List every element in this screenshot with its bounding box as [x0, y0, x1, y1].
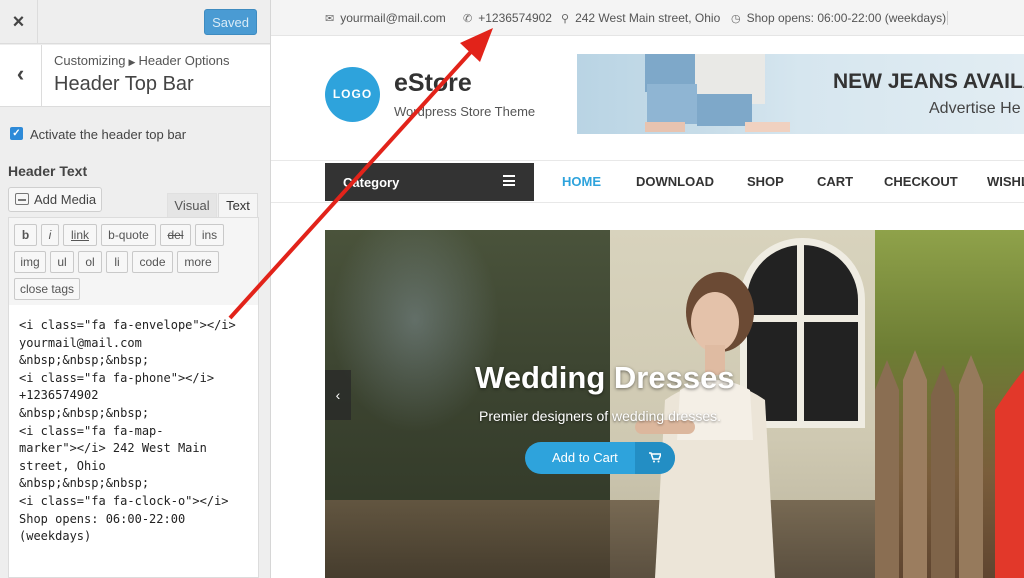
category-menu-button[interactable]: Category	[325, 163, 534, 201]
qt-ul-button[interactable]: ul	[50, 251, 74, 273]
tab-visual[interactable]: Visual	[167, 193, 217, 217]
code-line: &nbsp;&nbsp;&nbsp;	[19, 476, 150, 491]
tab-text[interactable]: Text	[218, 193, 258, 217]
code-line: (weekdays)	[19, 529, 92, 544]
topbar-divider	[947, 11, 948, 25]
back-icon[interactable]: ‹	[0, 45, 42, 107]
topbar-hours-text: Shop opens: 06:00-22:00 (weekdays)	[746, 11, 947, 25]
section-title: Header Top Bar	[54, 73, 194, 95]
banner-model-image	[645, 54, 790, 132]
section-header: ‹ Customizing ▶ Header Options Header Top …	[0, 45, 270, 107]
nav-border	[271, 160, 1024, 161]
code-line: yourmail@mail.com	[19, 335, 142, 350]
qt-more-button[interactable]: more	[177, 251, 219, 273]
slider-prev-button[interactable]: ‹	[325, 370, 351, 420]
quicktags-toolbar: b i link b-quote del ins img ul ol li co…	[8, 217, 259, 306]
phone-icon: ✆	[463, 13, 473, 25]
add-media-label: Add Media	[34, 192, 97, 207]
code-line: marker"></i> 242 West Main	[19, 441, 207, 456]
add-to-cart-label: Add to Cart	[552, 450, 618, 465]
cart-icon	[635, 442, 675, 474]
qt-bquote-button[interactable]: b-quote	[101, 224, 156, 246]
qt-italic-button[interactable]: i	[41, 224, 59, 246]
nav-shop[interactable]: SHOP	[747, 174, 784, 189]
header-text-textarea[interactable]: <i class="fa fa-envelope"></i> yourmail@m…	[8, 305, 259, 578]
site-title[interactable]: eStore	[394, 69, 472, 98]
code-line: <i class="fa fa-map-	[19, 423, 164, 438]
envelope-icon: ✉	[325, 13, 335, 25]
qt-close-tags-button[interactable]: close tags	[14, 278, 80, 300]
ad-subtitle: Advertise He	[929, 100, 1021, 117]
qt-bold-button[interactable]: b	[14, 224, 37, 246]
ad-title: NEW JEANS AVAILA	[833, 70, 1024, 93]
code-line: <i class="fa fa-envelope"></i>	[19, 318, 236, 332]
topbar-email-text: yourmail@mail.com	[340, 11, 446, 25]
topbar-hours: ◷ Shop opens: 06:00-22:00 (weekdays)	[731, 11, 946, 25]
hero-slider: ‹ Wedding Dresses Premier designers of w…	[325, 230, 1024, 578]
site-preview: ✉ yourmail@mail.com ✆ +1236574902 ⚲ 242 Wes…	[271, 0, 1024, 578]
slide-title: Wedding Dresses	[475, 360, 735, 395]
activate-topbar-checkbox[interactable]: ✓	[10, 127, 23, 140]
media-icon	[15, 193, 29, 205]
qt-link-button[interactable]: link	[63, 224, 97, 246]
site-logo[interactable]: LOGO	[325, 67, 380, 122]
header-top-bar: ✉ yourmail@mail.com ✆ +1236574902 ⚲ 242 Wes…	[271, 0, 1024, 36]
qt-img-button[interactable]: img	[14, 251, 46, 273]
qt-code-button[interactable]: code	[132, 251, 173, 273]
breadcrumb: Customizing ▶ Header Options	[54, 53, 230, 68]
nav-border	[271, 202, 1024, 203]
nav-download[interactable]: DOWNLOAD	[636, 174, 714, 189]
qt-del-button[interactable]: del	[160, 224, 191, 246]
breadcrumb-parent: Customizing	[54, 53, 126, 68]
code-line: &nbsp;&nbsp;&nbsp;	[19, 353, 150, 368]
breadcrumb-child: Header Options	[138, 53, 230, 68]
nav-checkout[interactable]: CHECKOUT	[884, 174, 958, 189]
header-text-code: <i class="fa fa-envelope"></i> yourmail@m…	[19, 317, 254, 546]
saved-button[interactable]: Saved	[204, 9, 257, 35]
code-line: +1236574902	[19, 388, 99, 403]
nav-home[interactable]: HOME	[562, 174, 601, 189]
nav-wishlist[interactable]: WISHL	[987, 174, 1024, 189]
close-icon[interactable]: ×	[0, 0, 38, 44]
topbar-phone-text: +1236574902	[478, 11, 552, 25]
header-text-label: Header Text	[8, 163, 88, 179]
topbar-phone: ✆ +1236574902	[463, 11, 552, 25]
site-tagline: Wordpress Store Theme	[394, 104, 536, 119]
ad-banner[interactable]: NEW JEANS AVAILA Advertise He	[577, 54, 1024, 134]
caret-right-icon: ▶	[128, 57, 136, 67]
add-media-button[interactable]: Add Media	[8, 187, 102, 212]
qt-ins-button[interactable]: ins	[195, 224, 224, 246]
customizer-header: × Saved	[0, 0, 270, 44]
add-to-cart-button[interactable]: Add to Cart	[525, 442, 675, 474]
map-marker-icon: ⚲	[561, 13, 570, 25]
code-line: Shop opens: 06:00-22:00	[19, 511, 186, 526]
slide-subtitle: Premier designers of wedding dresses.	[478, 408, 721, 424]
code-line: <i class="fa fa-phone"></i>	[19, 370, 215, 385]
nav-cart[interactable]: CART	[817, 174, 853, 189]
code-line: street, Ohio	[19, 458, 106, 473]
next-slide-fence	[875, 350, 1024, 578]
topbar-address-text: 242 West Main street, Ohio	[575, 11, 721, 25]
topbar-address: ⚲ 242 West Main street, Ohio	[561, 11, 720, 25]
qt-ol-button[interactable]: ol	[78, 251, 102, 273]
topbar-email: ✉ yourmail@mail.com	[325, 11, 446, 25]
code-line: <i class="fa fa-clock-o"></i>	[19, 493, 229, 508]
code-line: &nbsp;&nbsp;&nbsp;	[19, 405, 150, 420]
hamburger-icon	[503, 175, 515, 186]
qt-li-button[interactable]: li	[106, 251, 128, 273]
clock-icon: ◷	[731, 13, 741, 25]
customizer-sidebar: × Saved ‹ Customizing ▶ Header Options Hea…	[0, 0, 271, 578]
activate-topbar-label[interactable]: Activate the header top bar	[30, 127, 186, 142]
category-label: Category	[343, 175, 400, 190]
